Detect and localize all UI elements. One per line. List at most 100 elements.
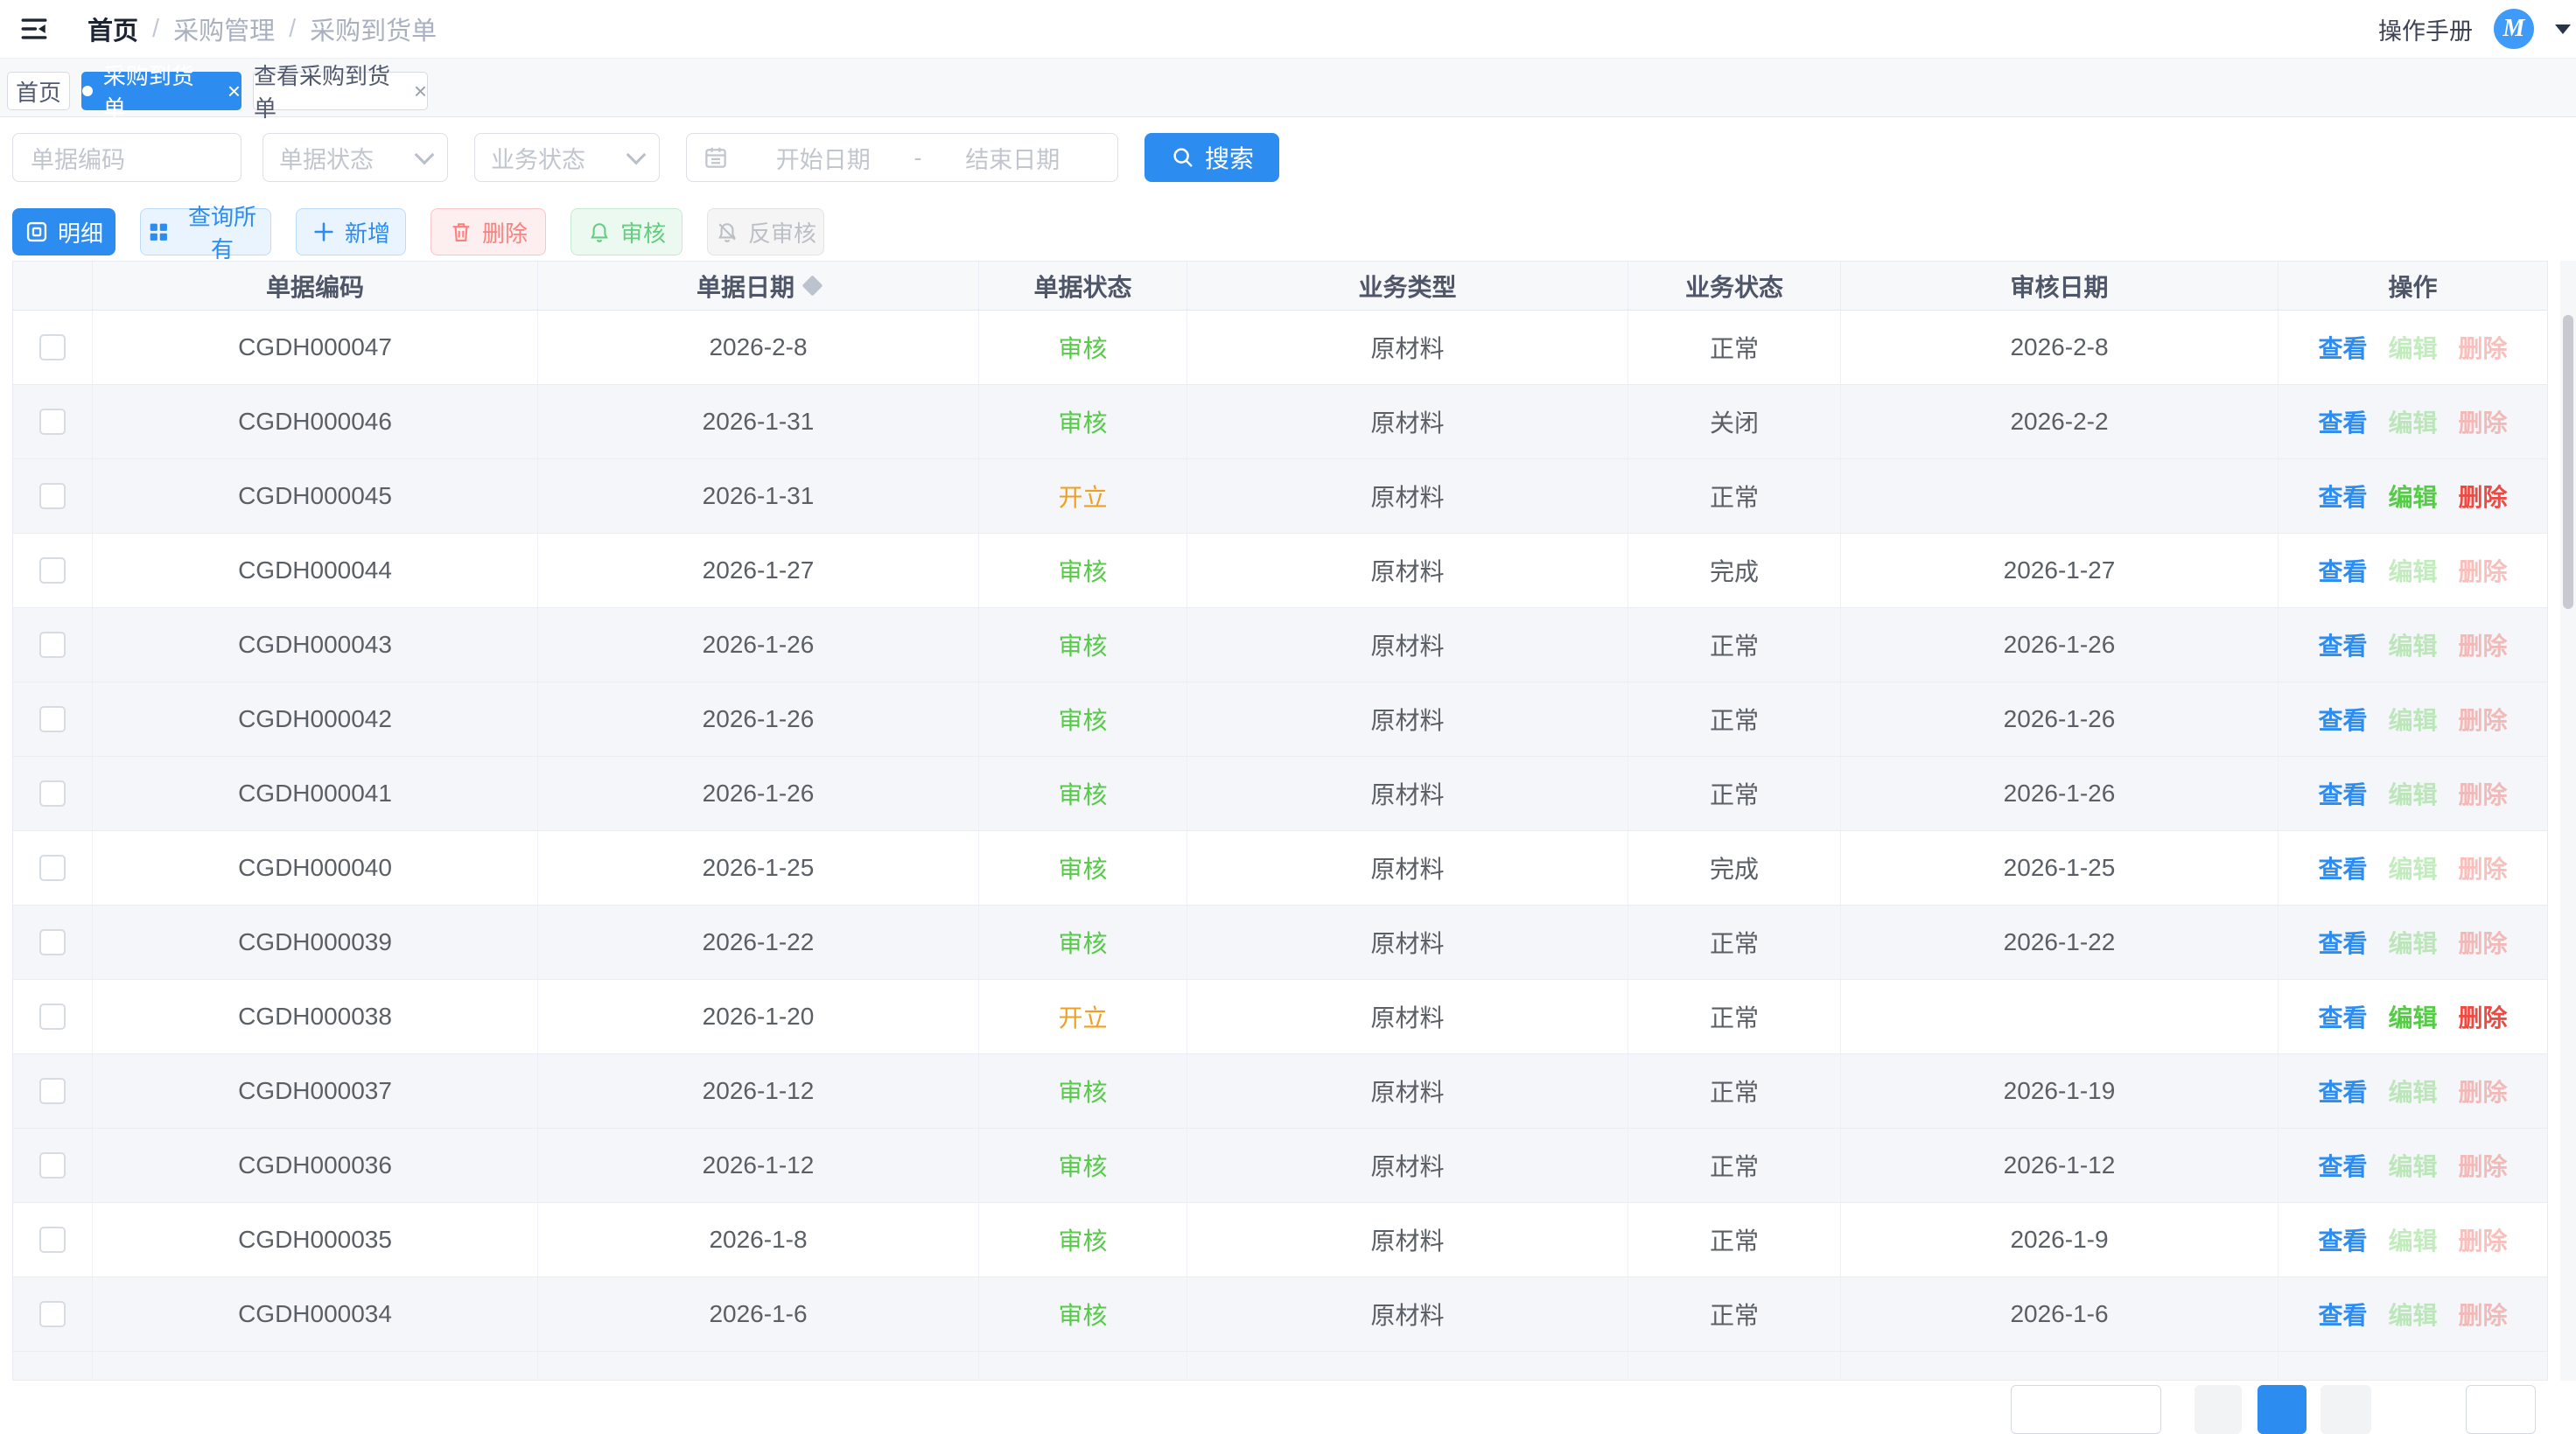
delete-button[interactable]: 删除: [430, 208, 546, 255]
doc-status-badge: 审核: [1058, 850, 1107, 885]
delete-link: 删除: [2459, 404, 2508, 439]
cell-doc-status: 审核: [979, 1054, 1187, 1128]
tab-view-purchase-receipt[interactable]: 查看采购到货单 ×: [253, 72, 428, 110]
cell-operations: 查看 编辑 删除: [2278, 1277, 2547, 1351]
breadcrumb-home[interactable]: 首页: [88, 10, 138, 47]
query-all-button[interactable]: 查询所有: [140, 208, 271, 255]
row-checkbox[interactable]: [39, 855, 66, 881]
doc-status-badge: 开立: [1058, 999, 1107, 1034]
delete-link[interactable]: 删除: [2459, 999, 2508, 1034]
date-range-picker[interactable]: 开始日期 - 结束日期: [686, 133, 1118, 182]
menu-fold-icon[interactable]: [19, 13, 51, 45]
view-link[interactable]: 查看: [2318, 330, 2367, 365]
doc-code-input[interactable]: 单据编码: [12, 133, 242, 182]
row-checkbox[interactable]: [39, 557, 66, 584]
search-button[interactable]: 搜索: [1144, 133, 1279, 182]
cell-biz-status: 正常: [1628, 682, 1841, 756]
cell-biz-type: 原材料: [1187, 906, 1628, 979]
view-link[interactable]: 查看: [2318, 925, 2367, 960]
cell-biz-status: 正常: [1628, 311, 1841, 384]
breadcrumb-purchase-mgmt[interactable]: 采购管理: [173, 10, 275, 47]
delete-link: 删除: [2459, 776, 2508, 811]
delete-link: 删除: [2459, 1297, 2508, 1332]
cell-biz-type: 原材料: [1187, 682, 1628, 756]
view-link[interactable]: 查看: [2318, 850, 2367, 885]
add-button[interactable]: 新增: [296, 208, 406, 255]
row-checkbox[interactable]: [39, 706, 66, 732]
delete-link: 删除: [2459, 330, 2508, 365]
edit-link[interactable]: 编辑: [2388, 479, 2437, 514]
cell-doc-code: CGDH000044: [93, 534, 538, 607]
row-checkbox[interactable]: [39, 929, 66, 955]
edit-link[interactable]: 编辑: [2388, 999, 2437, 1034]
cell-audit-date: [1841, 980, 2278, 1053]
cell-doc-code: CGDH000047: [93, 311, 538, 384]
doc-status-select[interactable]: 单据状态: [262, 133, 448, 182]
view-link[interactable]: 查看: [2318, 404, 2367, 439]
input-placeholder: 单据编码: [31, 141, 125, 175]
row-checkbox[interactable]: [39, 1152, 66, 1179]
cell-checkbox: [13, 831, 93, 905]
cell-doc-status: 审核: [979, 385, 1187, 458]
cell-doc-status: 审核: [979, 757, 1187, 830]
chevron-down-icon: [626, 145, 647, 165]
delete-link[interactable]: 删除: [2459, 479, 2508, 514]
scrollbar-thumb[interactable]: [2563, 315, 2573, 609]
cell-operations: 查看 编辑 删除: [2278, 1203, 2547, 1277]
sort-icon[interactable]: [802, 275, 822, 296]
row-checkbox[interactable]: [39, 409, 66, 435]
row-checkbox[interactable]: [39, 1227, 66, 1253]
view-link[interactable]: 查看: [2318, 702, 2367, 737]
doc-status-badge: 审核: [1058, 702, 1107, 737]
cell-doc-date: 2026-2-8: [538, 311, 979, 384]
search-button-label: 搜索: [1205, 140, 1254, 175]
cell-audit-date: 2026-1-22: [1841, 906, 2278, 979]
close-icon[interactable]: ×: [228, 80, 241, 102]
tab-purchase-receipt[interactable]: 采购到货单 ×: [81, 72, 242, 110]
row-checkbox[interactable]: [39, 780, 66, 807]
doc-status-badge: 审核: [1058, 925, 1107, 960]
view-link[interactable]: 查看: [2318, 479, 2367, 514]
view-link[interactable]: 查看: [2318, 1148, 2367, 1183]
row-checkbox[interactable]: [39, 1301, 66, 1327]
row-checkbox[interactable]: [39, 1078, 66, 1104]
view-link[interactable]: 查看: [2318, 553, 2367, 588]
cell-doc-status: 审核: [979, 311, 1187, 384]
cell-audit-date: 2026-2-8: [1841, 311, 2278, 384]
biz-status-select[interactable]: 业务状态: [474, 133, 660, 182]
prev-page-button[interactable]: [2194, 1385, 2242, 1434]
manual-link[interactable]: 操作手册: [2378, 12, 2473, 46]
edit-link: 编辑: [2388, 553, 2437, 588]
cell-biz-status: 完成: [1628, 831, 1841, 905]
table-header-row: 单据编码 单据日期 单据状态 业务类型 业务状态 审核日期 操作: [13, 262, 2547, 311]
avatar[interactable]: M: [2494, 9, 2534, 49]
view-link[interactable]: 查看: [2318, 627, 2367, 662]
page-jump-input[interactable]: [2466, 1385, 2536, 1434]
close-icon[interactable]: ×: [414, 80, 427, 102]
row-checkbox[interactable]: [39, 1004, 66, 1030]
header-doc-date[interactable]: 单据日期: [538, 262, 979, 310]
audit-button[interactable]: 审核: [570, 208, 682, 255]
tab-home[interactable]: 首页: [7, 72, 70, 110]
row-checkbox[interactable]: [39, 483, 66, 509]
cell-doc-date: 2026-1-6: [538, 1277, 979, 1351]
caret-down-icon[interactable]: [2555, 24, 2571, 34]
view-link[interactable]: 查看: [2318, 1297, 2367, 1332]
cell-biz-status: 正常: [1628, 980, 1841, 1053]
cell-biz-status: 正常: [1628, 608, 1841, 682]
cell-operations: 查看 编辑 删除: [2278, 757, 2547, 830]
cell-biz-status: 正常: [1628, 1203, 1841, 1277]
row-checkbox[interactable]: [39, 632, 66, 658]
page-size-select[interactable]: [2011, 1385, 2161, 1434]
detail-button[interactable]: 明细: [12, 208, 116, 255]
edit-link: 编辑: [2388, 702, 2437, 737]
page-button-2[interactable]: [2320, 1385, 2371, 1434]
view-link[interactable]: 查看: [2318, 999, 2367, 1034]
view-link[interactable]: 查看: [2318, 776, 2367, 811]
cell-checkbox: [13, 534, 93, 607]
scrollbar-track[interactable]: [2560, 261, 2576, 1381]
row-checkbox[interactable]: [39, 334, 66, 360]
view-link[interactable]: 查看: [2318, 1222, 2367, 1257]
page-button-1-active[interactable]: [2258, 1385, 2306, 1434]
view-link[interactable]: 查看: [2318, 1074, 2367, 1109]
